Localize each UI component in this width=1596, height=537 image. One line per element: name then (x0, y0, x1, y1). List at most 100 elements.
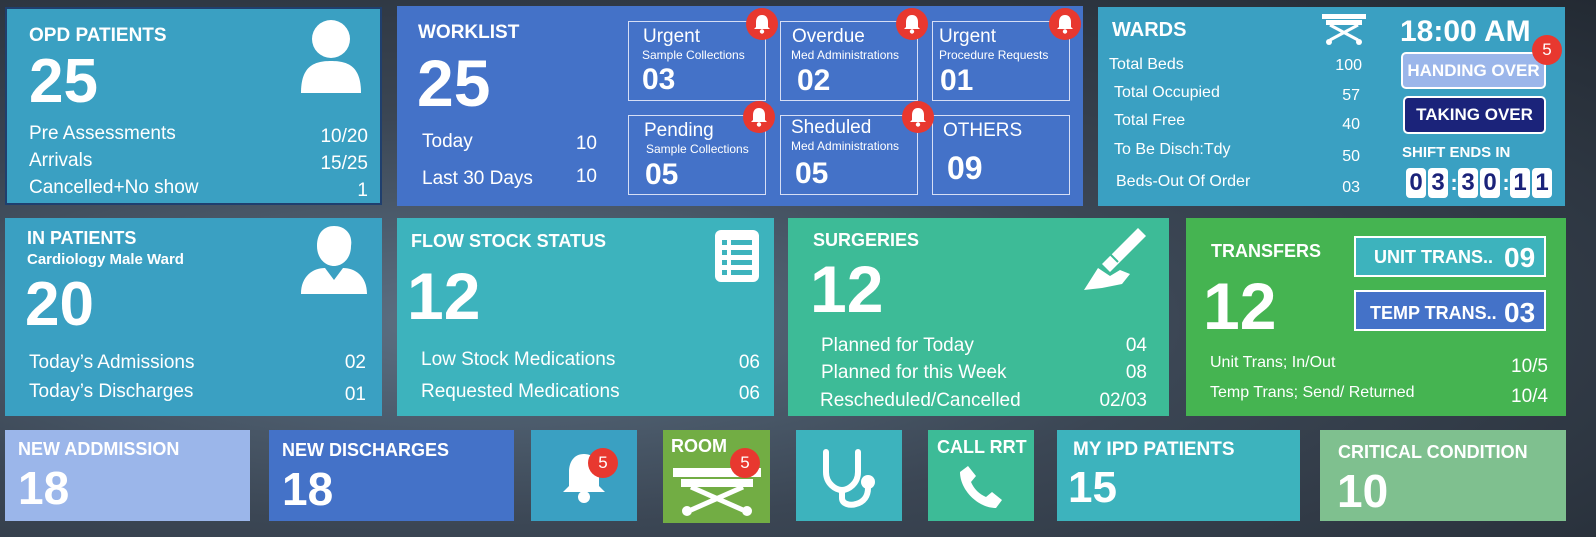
bell-icon[interactable] (746, 8, 778, 40)
box-subtitle: Med Administrations (791, 48, 900, 62)
countdown-digit: 0 (1480, 168, 1500, 198)
wards-title: WARDS (1112, 19, 1187, 41)
surgeries-row-label: Rescheduled/Cancelled (820, 390, 1021, 411)
inpatients-row-value: 01 (344, 384, 366, 405)
handing-over-badge: 5 (1532, 35, 1562, 65)
inpatients-title: IN PATIENTS (27, 228, 137, 248)
worklist-others[interactable]: OTHERS 09 (932, 115, 1070, 195)
box-subtitle: Sample Collections (646, 142, 749, 156)
transfers-count: 12 (1203, 269, 1277, 343)
box-title: Pending (644, 120, 714, 141)
box-value: 02 (797, 64, 831, 97)
unit-trans-button[interactable]: UNIT TRANS.. 09 (1354, 236, 1546, 277)
worklist-scheduled-meds[interactable]: Sheduled Med Administrations 05 (780, 115, 918, 195)
inpatients-count: 20 (25, 270, 94, 339)
new-admission-title: NEW ADDMISSION (18, 439, 180, 459)
transfers-tile[interactable]: TRANSFERS 12 UNIT TRANS.. 09 TEMP TRANS.… (1186, 218, 1566, 416)
temp-trans-button[interactable]: TEMP TRANS.. 03 (1354, 290, 1546, 331)
flowstock-title: FLOW STOCK STATUS (411, 231, 606, 251)
box-title: Overdue (792, 26, 865, 47)
transfers-row-label: Unit Trans; In/Out (1210, 354, 1336, 371)
box-value: 01 (940, 64, 974, 97)
worklist-urgent-procedures[interactable]: Urgent Procedure Requests 01 (932, 21, 1070, 101)
worklist-pending-samples[interactable]: Pending Sample Collections 05 (628, 115, 766, 195)
flowstock-count: 12 (407, 259, 481, 333)
opd-patients-tile[interactable]: OPD PATIENTS 25 Pre Assessments 10/20 Ar… (5, 7, 382, 205)
inpatients-row-label: Today’s Admissions (29, 352, 195, 373)
box-value: 09 (947, 150, 983, 186)
surgeries-tile[interactable]: SURGERIES 12 Planned for Today 04 Planne… (788, 218, 1169, 416)
countdown-digit: 0 (1406, 168, 1426, 198)
countdown-digit: 1 (1510, 168, 1530, 198)
handing-over-button[interactable]: HANDING OVER (1401, 52, 1546, 89)
opd-row-label: Cancelled+No show (29, 177, 199, 198)
doctor-icon (299, 224, 369, 299)
new-discharges-title: NEW DISCHARGES (282, 440, 450, 460)
transfers-row-label: Temp Trans; Send/ Returned (1210, 384, 1415, 401)
new-admission-tile[interactable]: NEW ADDMISSION 18 (5, 430, 250, 521)
wards-row-value: 50 (1342, 148, 1360, 165)
worklist-tile[interactable]: WORKLIST 25 Today 10 Last 30 Days 10 Urg… (397, 6, 1083, 206)
new-discharges-count: 18 (282, 463, 334, 515)
unit-trans-label: UNIT TRANS.. (1374, 247, 1493, 267)
clipboard-list-icon (715, 230, 759, 287)
box-title: OTHERS (943, 120, 1023, 141)
wards-tile[interactable]: WARDS Total Beds 100 Total Occupied 57 T… (1098, 7, 1565, 206)
notifications-tile[interactable]: 5 (531, 430, 637, 521)
wards-row-label: Total Free (1114, 112, 1186, 129)
room-tile[interactable]: ROOM 5 (663, 430, 770, 523)
surgeries-title: SURGERIES (813, 230, 920, 250)
flowstock-tile[interactable]: FLOW STOCK STATUS 12 Low Stock Medicatio… (397, 218, 774, 416)
worklist-urgent-samples[interactable]: Urgent Sample Collections 03 (628, 21, 766, 101)
handing-over-label: HANDING OVER (1407, 60, 1540, 80)
new-discharges-tile[interactable]: NEW DISCHARGES 18 (269, 430, 514, 521)
surgeries-count: 12 (810, 252, 884, 326)
critical-condition-tile[interactable]: CRITICAL CONDITION 10 (1320, 430, 1566, 521)
transfers-title: TRANSFERS (1211, 241, 1322, 261)
temp-trans-value: 03 (1504, 297, 1536, 328)
worklist-row-value: 10 (575, 133, 597, 154)
clock-time: 18:00 AM (1400, 15, 1531, 48)
flowstock-row-label: Low Stock Medications (421, 349, 616, 370)
bell-icon[interactable] (896, 8, 928, 40)
box-title: Urgent (643, 26, 701, 47)
temp-trans-label: TEMP TRANS.. (1370, 303, 1497, 323)
inpatients-tile[interactable]: IN PATIENTS Cardiology Male Ward 20 Toda… (5, 218, 382, 416)
opd-row-value: 15/25 (320, 153, 368, 174)
my-ipd-count: 15 (1068, 463, 1117, 512)
box-subtitle: Med Administrations (791, 139, 900, 153)
taking-over-button[interactable]: TAKING OVER (1403, 96, 1546, 134)
critical-count: 10 (1337, 465, 1389, 517)
opd-row-value: 1 (357, 180, 368, 201)
room-title: ROOM (671, 436, 727, 456)
shift-ends-label: SHIFT ENDS IN (1402, 144, 1511, 161)
wards-row-value: 40 (1342, 116, 1360, 133)
wards-row-value: 03 (1342, 179, 1360, 196)
wards-row-value: 100 (1335, 57, 1362, 74)
box-value: 05 (795, 157, 829, 190)
user-icon (299, 19, 363, 100)
box-title: Sheduled (791, 117, 872, 138)
opd-title: OPD PATIENTS (29, 25, 167, 46)
my-ipd-patients-tile[interactable]: MY IPD PATIENTS 15 (1057, 430, 1300, 521)
worklist-overdue-meds[interactable]: Overdue Med Administrations 02 (780, 21, 918, 101)
call-rrt-title: CALL RRT (937, 437, 1027, 457)
box-value: 05 (645, 158, 679, 191)
taking-over-label: TAKING OVER (1416, 105, 1533, 124)
bell-icon[interactable] (743, 101, 775, 133)
call-rrt-tile[interactable]: CALL RRT (928, 430, 1034, 521)
bell-icon[interactable] (1049, 8, 1081, 40)
flowstock-row-value: 06 (738, 352, 760, 373)
new-admission-count: 18 (18, 462, 70, 514)
my-ipd-title: MY IPD PATIENTS (1073, 439, 1235, 460)
stethoscope-icon (820, 448, 880, 513)
countdown-digit: 3 (1428, 168, 1448, 198)
opd-row-label: Arrivals (29, 150, 93, 171)
bell-icon[interactable] (902, 101, 934, 133)
inpatients-row-value: 02 (344, 352, 366, 373)
stethoscope-tile[interactable] (796, 430, 902, 521)
opd-count: 25 (29, 47, 98, 116)
flowstock-row-value: 06 (738, 383, 760, 404)
transfers-row-value: 10/4 (1511, 386, 1548, 407)
box-subtitle: Procedure Requests (939, 48, 1049, 62)
